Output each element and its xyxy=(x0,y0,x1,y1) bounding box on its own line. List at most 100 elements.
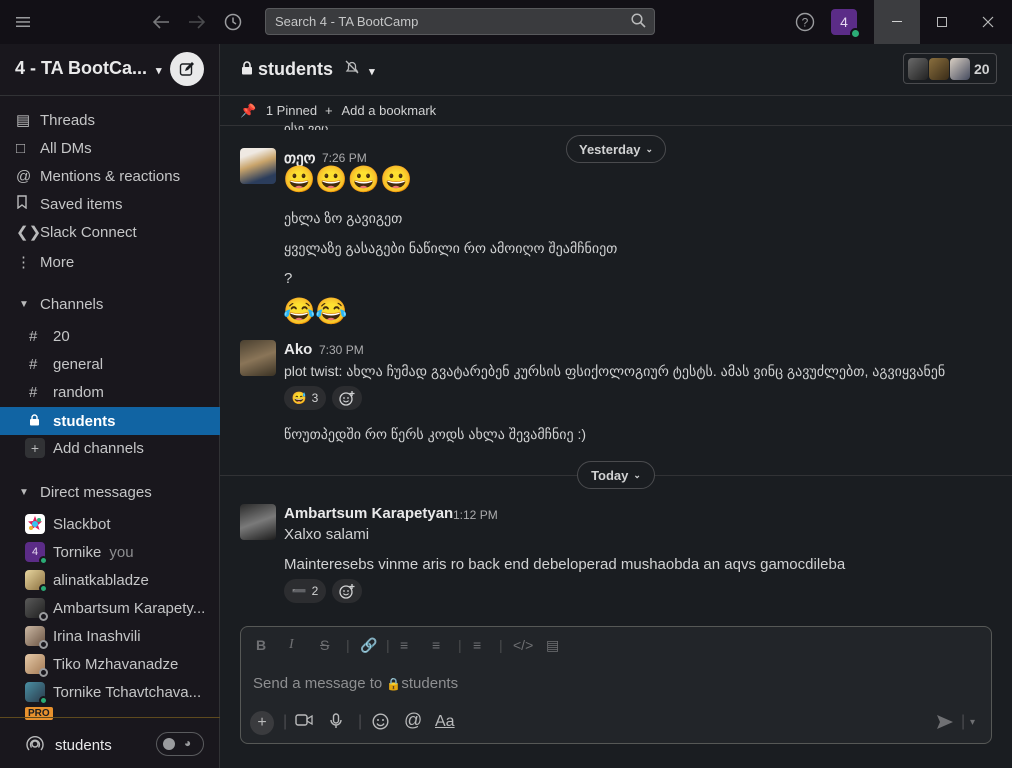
divider: | xyxy=(961,713,966,730)
close-icon xyxy=(982,16,994,28)
send-icon[interactable] xyxy=(936,714,954,735)
svg-text:?: ? xyxy=(802,16,809,30)
date-divider-yesterday[interactable]: Yesterday ⌄ xyxy=(566,135,666,163)
sidebar-item-channel-students[interactable]: students xyxy=(0,407,220,435)
message-emoji: 😂😂 xyxy=(283,296,348,326)
dm-item-slackbot[interactable]: Slackbot xyxy=(0,511,220,537)
nav-slack-connect[interactable]: ❮❯ Slack Connect xyxy=(0,219,220,245)
online-status-dot xyxy=(850,28,861,39)
workspace-name-button[interactable]: 4 - TA BootCa... ▾ xyxy=(15,58,162,79)
user-avatar xyxy=(25,654,48,677)
code-block-icon[interactable]: ▤ xyxy=(546,637,559,654)
mention-icon: @ xyxy=(16,167,32,185)
workspace-badge[interactable]: 4 xyxy=(831,9,861,39)
dm-item-alinatkabladze[interactable]: alinatkabladze xyxy=(0,567,220,593)
message-author[interactable]: Ako xyxy=(284,341,312,358)
reaction-pill[interactable]: 😅 3 xyxy=(284,386,326,410)
nav-mentions-label: Mentions & reactions xyxy=(40,167,181,185)
help-icon[interactable]: ? xyxy=(794,11,816,33)
mention-icon[interactable]: @ xyxy=(404,710,422,731)
back-arrow-icon[interactable] xyxy=(150,11,172,33)
attach-plus-button[interactable]: + xyxy=(250,711,274,735)
sidebar-item-channel-general[interactable]: # general xyxy=(0,351,220,377)
channel-name: random xyxy=(53,383,104,401)
message-author[interactable]: Ambartsum Karapetyan xyxy=(284,505,453,522)
nav-saved-items[interactable]: Saved items xyxy=(0,191,220,217)
plus-icon: + xyxy=(25,438,45,458)
emoji-icon[interactable] xyxy=(372,713,389,735)
nav-threads[interactable]: ▤ Threads xyxy=(0,107,220,133)
strikethrough-icon[interactable]: S xyxy=(320,637,329,653)
close-window-button[interactable] xyxy=(978,12,998,32)
user-avatar[interactable] xyxy=(240,340,276,376)
microphone-icon[interactable] xyxy=(330,713,342,734)
workspace-header: 4 - TA BootCa... ▾ xyxy=(0,44,220,96)
nav-all-dms[interactable]: □ All DMs xyxy=(0,135,220,161)
forward-arrow-icon[interactable] xyxy=(186,11,208,33)
main-pane: students ▾ 20 📌 1 Pinned + Add a bookmar… xyxy=(220,44,1012,768)
placeholder-prefix: Send a message to xyxy=(253,675,387,692)
chevron-down-icon: ▾ xyxy=(369,66,375,78)
formatting-toggle-button[interactable]: Aa xyxy=(435,713,455,731)
divider: | xyxy=(499,637,503,653)
bell-muted-icon xyxy=(344,59,365,79)
dm-item-ambartsum[interactable]: Ambartsum Karapety... xyxy=(0,595,220,621)
bold-icon[interactable]: B xyxy=(256,637,266,653)
pin-icon: 📌 xyxy=(240,103,257,118)
link-icon[interactable]: 🔗 xyxy=(360,637,377,654)
divider: | xyxy=(386,637,390,653)
members-button[interactable]: 20 xyxy=(903,53,997,84)
user-avatar xyxy=(25,598,48,621)
hamburger-menu-icon[interactable] xyxy=(12,12,34,32)
huddle-toggle[interactable]: ◕ xyxy=(156,732,204,756)
plus-icon: + xyxy=(325,103,333,118)
dm-item-irina[interactable]: Irina Inashvili xyxy=(0,623,220,649)
italic-icon[interactable]: I xyxy=(289,637,294,653)
user-avatar[interactable] xyxy=(240,504,276,540)
dms-section-header[interactable]: ▼ Direct messages xyxy=(0,479,220,505)
code-icon[interactable]: </> xyxy=(513,637,533,653)
dms-header-label: Direct messages xyxy=(40,483,152,501)
dm-item-tornike[interactable]: 4 Tornike you xyxy=(0,539,220,565)
lock-icon: 🔒 xyxy=(386,677,402,691)
add-channels-label: Add channels xyxy=(53,439,144,457)
search-input[interactable]: Search 4 - TA BootCamp xyxy=(265,8,655,35)
message-time[interactable]: 7:30 PM xyxy=(319,343,364,357)
send-options-chevron-icon[interactable]: ▾ xyxy=(970,717,975,728)
compose-button[interactable] xyxy=(170,52,204,86)
add-bookmark-button[interactable]: + Add a bookmark xyxy=(325,103,436,118)
dm-item-tiko[interactable]: Tiko Mzhavanadze xyxy=(0,651,220,677)
user-avatar[interactable] xyxy=(240,148,276,184)
video-clip-icon[interactable] xyxy=(295,713,313,732)
message-time[interactable]: 7:26 PM xyxy=(322,151,367,165)
add-reaction-button[interactable] xyxy=(332,579,362,603)
dm-name: Tiko Mzhavanadze xyxy=(53,655,179,673)
sidebar-item-channel-20[interactable]: # 20 xyxy=(0,323,220,349)
dm-item-tornike-tchavtchavadze[interactable]: Tornike Tchavtchava... xyxy=(0,679,220,705)
nav-more[interactable]: ⋮ More xyxy=(0,249,220,275)
add-channels-button[interactable]: + Add channels xyxy=(0,435,220,461)
channel-title-button[interactable]: students ▾ xyxy=(241,59,375,80)
message-text: Mainteresebs vinme aris ro back end debe… xyxy=(284,556,846,573)
maximize-window-button[interactable] xyxy=(932,12,952,32)
bookmark-icon xyxy=(0,195,40,213)
workspace-badge-label: 4 xyxy=(840,14,848,30)
pinned-button[interactable]: 📌 1 Pinned xyxy=(240,103,317,119)
bulleted-list-icon[interactable]: ≡ xyxy=(432,637,440,653)
channel-name: students xyxy=(258,59,334,79)
date-divider-today[interactable]: Today ⌄ xyxy=(577,461,655,489)
nav-mentions[interactable]: @ Mentions & reactions xyxy=(0,163,220,189)
history-clock-icon[interactable] xyxy=(222,11,244,33)
compose-icon xyxy=(179,62,194,76)
add-reaction-button[interactable] xyxy=(332,386,362,410)
ordered-list-icon[interactable]: ≡ xyxy=(400,637,408,653)
message-input[interactable]: Send a message to 🔒students xyxy=(253,675,458,692)
message-composer: B I S | 🔗 | ≡ ≡ | ≡ | </> ▤ Send a messa… xyxy=(240,626,992,744)
channels-header-label: Channels xyxy=(40,295,104,313)
minimize-window-button[interactable] xyxy=(874,0,920,44)
message-time[interactable]: 1:12 PM xyxy=(453,508,498,522)
channels-section-header[interactable]: ▼ Channels xyxy=(0,291,220,317)
sidebar-item-channel-random[interactable]: # random xyxy=(0,379,220,405)
reaction-pill[interactable]: ➖ 2 xyxy=(284,579,326,603)
blockquote-icon[interactable]: ≡ xyxy=(473,637,481,653)
